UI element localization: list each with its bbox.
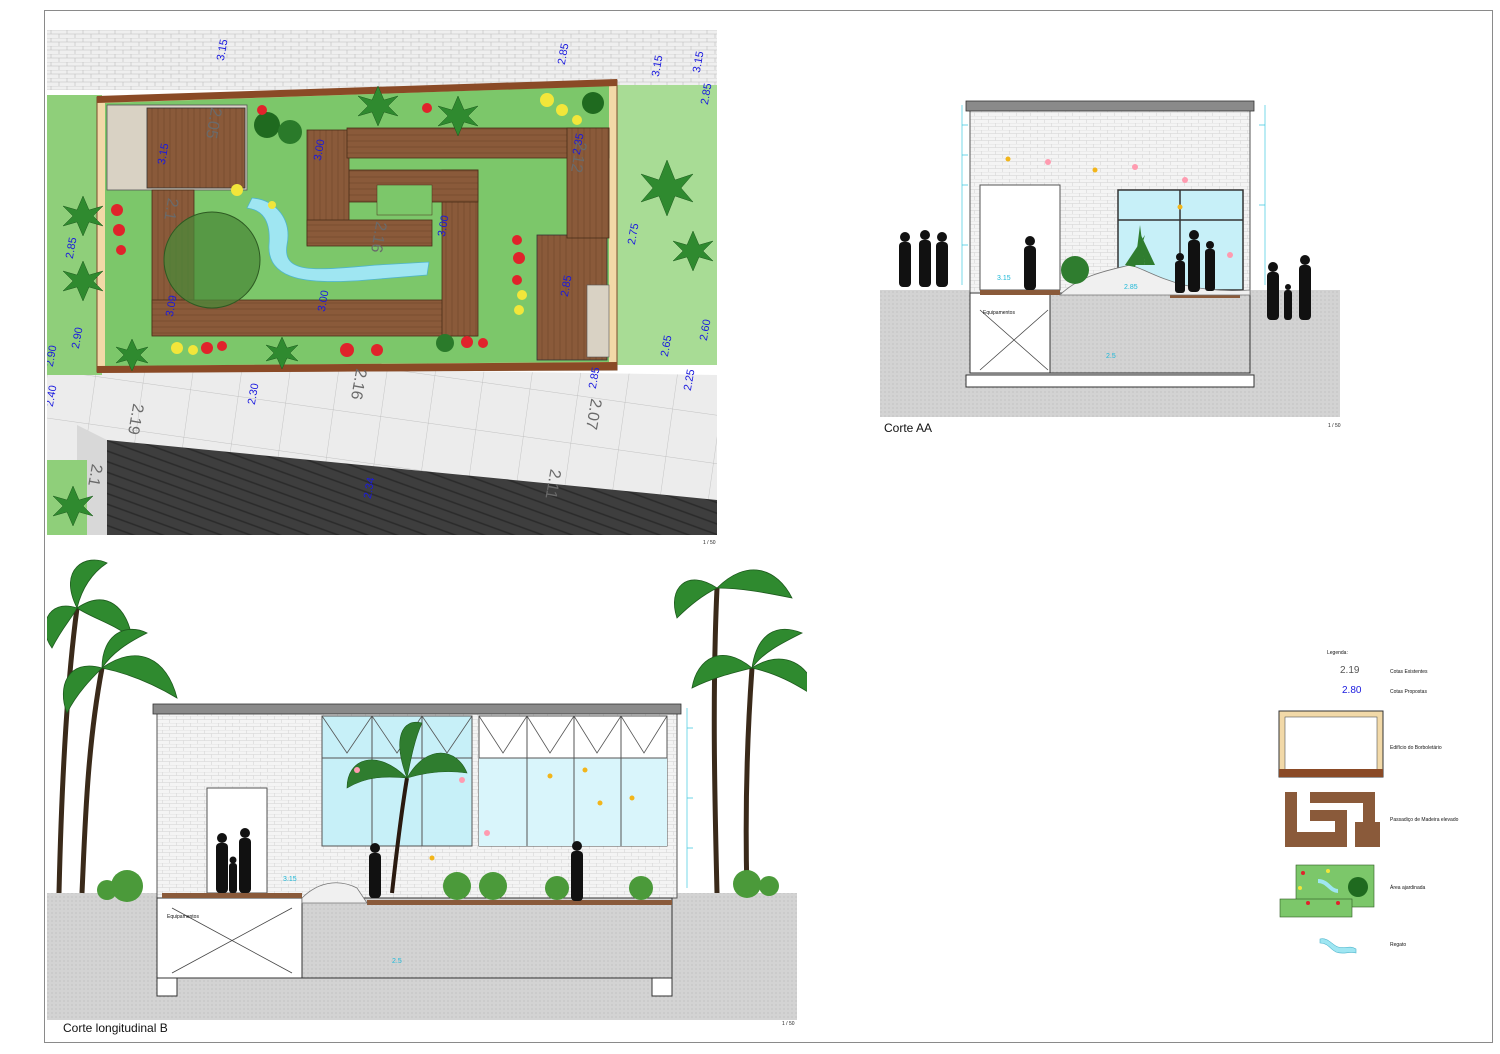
section-longitudinal-b: Equipamentos 3.15 2.5 [47, 548, 807, 1020]
section-b-room-label: Equipamentos [167, 914, 199, 920]
site-plan-drawing [47, 30, 717, 535]
section-aa: Equipamentos 3.15 2.85 2.5 [880, 95, 1340, 417]
section-aa-drawing [880, 100, 1340, 417]
plan-existing-elevation: 2.1 [160, 196, 181, 222]
section-aa-scale: 1 / 50 [1328, 423, 1341, 429]
section-b-level: 2.5 [392, 958, 402, 965]
legend-label: Área ajardinada [1390, 885, 1426, 891]
section-b-scale: 1 / 50 [782, 1021, 795, 1027]
site-plan: N 3.15 2.85 3.15 3.15 2.85 3.15 3.00 2.8… [47, 30, 717, 535]
section-b-level: 3.15 [283, 876, 297, 883]
legend-proposed-level-symbol: 2.80 [1342, 685, 1362, 696]
legend-existing-level-symbol: 2.19 [1340, 665, 1360, 676]
plan-existing-elevation: 2.1 [84, 462, 105, 488]
section-aa-room-label: Equipamentos [983, 310, 1015, 316]
legend-garden-symbol [1279, 864, 1375, 918]
legend-label: Cotas Propostas [1390, 689, 1427, 695]
section-aa-caption: Corte AA [884, 421, 933, 435]
legend-label: Cotas Existentes [1390, 669, 1428, 675]
section-b-drawing [47, 559, 807, 1020]
section-aa-level: 3.15 [997, 275, 1011, 282]
plan-scale: 1 / 50 [703, 540, 716, 546]
section-aa-level: 2.85 [1124, 284, 1138, 291]
legend-title: Legenda: [1327, 650, 1348, 656]
section-aa-level: 2.5 [1106, 353, 1116, 360]
legend-label: Edifício do Borboletário [1390, 745, 1442, 751]
section-b-caption: Corte longitudinal B [63, 1021, 168, 1035]
legend-label: Regato [1390, 942, 1407, 948]
legend: Legenda: 2.19 Cotas Existentes 2.80 Cota… [1270, 645, 1470, 965]
legend-building-symbol [1278, 710, 1384, 778]
legend-deck-symbol [1285, 792, 1380, 847]
legend-stream-symbol [1319, 938, 1357, 954]
legend-label: Passadiço de Madeira elevado [1390, 817, 1459, 823]
